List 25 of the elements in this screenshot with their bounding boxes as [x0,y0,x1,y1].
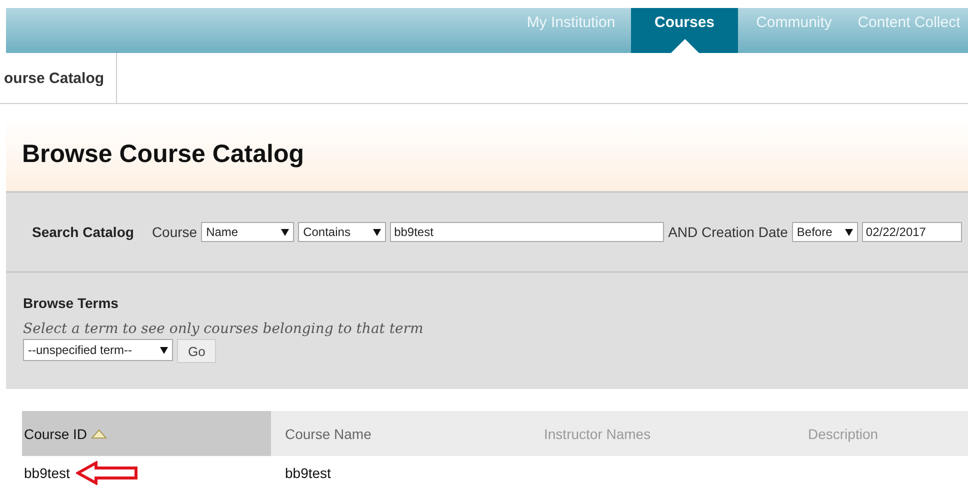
sort-ascending-icon [91,428,108,438]
field-dropdown[interactable]: Name [201,222,294,242]
search-input-field[interactable]: bb9test [390,222,664,242]
date-operator-dropdown[interactable]: Before [792,222,858,242]
nav-tab[interactable]: Courses [631,8,738,53]
table-cell: bb9test [285,465,331,481]
table-cell[interactable]: bb9test [24,465,70,481]
go-button[interactable]: Go [177,339,216,363]
terms-heading: Browse Terms [23,295,118,311]
dropdown-caret-icon [160,346,168,354]
dropdown-caret-icon [373,228,382,236]
dropdown-caret-icon [844,228,853,236]
column-header[interactable]: Course ID [22,411,271,456]
page-title: Browse Course Catalog [22,140,304,169]
operator-dropdown[interactable]: Contains [298,222,386,242]
breadcrumb-link[interactable]: ourse Catalog [0,53,118,103]
date-label: AND Creation Date [668,224,788,240]
selected-tab-pointer-icon [670,39,698,53]
date-input-field[interactable]: 02/22/2017 [862,222,962,242]
term-dropdown[interactable]: --unspecified term-- [23,339,173,361]
course-label: Course [152,224,198,240]
column-header[interactable]: Course Name [271,411,530,456]
terms-hint: Select a term to see only courses belonging to that term [23,321,424,337]
dropdown-caret-icon [281,228,290,236]
search-label: Search Catalog [32,224,134,240]
